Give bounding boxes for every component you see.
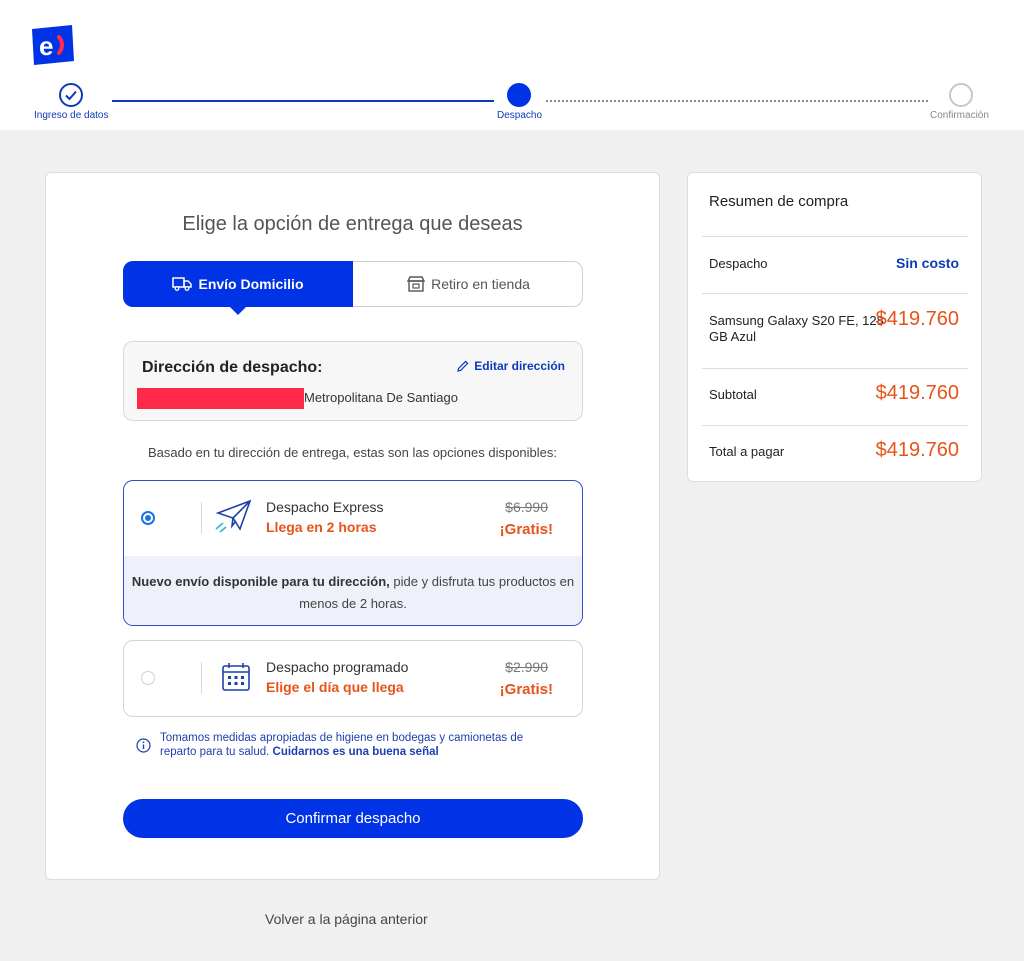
tab-retiro-tienda[interactable]: Retiro en tienda — [353, 261, 584, 307]
summary-total-label: Total a pagar — [709, 444, 785, 459]
info-icon — [136, 738, 151, 753]
radio-express[interactable] — [141, 511, 155, 525]
option-divider — [201, 662, 202, 694]
stepper-line-done — [112, 100, 494, 102]
calendar-icon — [222, 663, 250, 691]
option-express-subtitle: Llega en 2 horas — [266, 519, 377, 535]
options-intro: Basado en tu dirección de entrega, estas… — [147, 445, 558, 460]
option-programado-name: Despacho programado — [266, 659, 409, 675]
edit-address-label: Editar dirección — [474, 359, 565, 373]
summary-total-value: $419.760 — [875, 439, 959, 461]
address-title: Dirección de despacho: — [142, 359, 323, 376]
step-label-datos[interactable]: Ingreso de datos — [34, 110, 109, 121]
option-express[interactable]: Despacho Express Llega en 2 horas $6.990… — [123, 480, 583, 626]
summary-subtotal-label: Subtotal — [709, 387, 757, 402]
tab-envio-label: Envío Domicilio — [198, 276, 304, 292]
summary-card: Resumen de compra Despacho Sin costo Sam… — [687, 172, 982, 482]
summary-product-price: $419.760 — [875, 308, 959, 330]
tab-envio-domicilio[interactable]: Envío Domicilio — [123, 261, 353, 315]
express-info-bold: Nuevo envío disponible para tu dirección… — [131, 574, 390, 589]
summary-divider — [702, 368, 968, 369]
step-pending-dot — [949, 83, 973, 107]
entel-logo[interactable]: e — [30, 25, 74, 65]
address-box: Dirección de despacho: Editar dirección … — [123, 341, 583, 421]
option-express-price: ¡Gratis! — [499, 521, 553, 538]
summary-divider — [702, 236, 968, 237]
summary-product-name: Samsung Galaxy S20 FE, 128 GB Azul — [709, 313, 884, 344]
pencil-icon — [457, 360, 469, 372]
express-info-band: Nuevo envío disponible para tu dirección… — [124, 556, 582, 625]
header: e Ingreso de datos Despacho Confirmación — [0, 0, 1024, 130]
address-text: Metropolitana De Santiago — [304, 390, 458, 405]
stepper-line-pending — [546, 100, 928, 102]
truck-icon — [172, 277, 193, 291]
option-express-old-price: $6.990 — [505, 499, 548, 515]
summary-divider — [702, 425, 968, 426]
paper-plane-icon — [215, 499, 252, 533]
option-programado[interactable]: Despacho programado Elige el día que lle… — [123, 640, 583, 717]
summary-title: Resumen de compra — [709, 193, 849, 210]
delivery-card: Elige la opción de entrega que deseas En… — [45, 172, 660, 880]
step-label-confirmacion: Confirmación — [930, 110, 989, 121]
step-done-check-icon[interactable] — [59, 83, 83, 107]
option-programado-price: ¡Gratis! — [499, 681, 553, 698]
svg-text:e: e — [39, 31, 53, 61]
delivery-tabs: Envío Domicilio Retiro en tienda — [123, 261, 584, 315]
summary-divider — [702, 293, 968, 294]
store-icon — [407, 276, 426, 292]
option-express-name: Despacho Express — [266, 499, 384, 515]
summary-subtotal-value: $419.760 — [875, 382, 959, 404]
confirm-button[interactable]: Confirmar despacho — [123, 799, 583, 838]
radio-programado[interactable] — [141, 671, 155, 685]
tab-retiro-label: Retiro en tienda — [431, 276, 530, 292]
step-current-dot — [507, 83, 531, 107]
option-programado-subtitle: Elige el día que llega — [266, 679, 404, 695]
option-programado-old-price: $2.990 — [505, 659, 548, 675]
hygiene-bold: Cuidarnos es una buena señal — [272, 746, 439, 758]
option-divider — [201, 502, 202, 534]
step-label-despacho: Despacho — [497, 110, 543, 121]
redacted-address — [137, 388, 304, 409]
summary-shipping-value: Sin costo — [895, 255, 959, 271]
edit-address-link[interactable]: Editar dirección — [457, 359, 565, 373]
page-title: Elige la opción de entrega que deseas — [182, 213, 523, 235]
back-link[interactable]: Volver a la página anterior — [265, 911, 428, 927]
summary-shipping-label: Despacho — [709, 256, 768, 271]
